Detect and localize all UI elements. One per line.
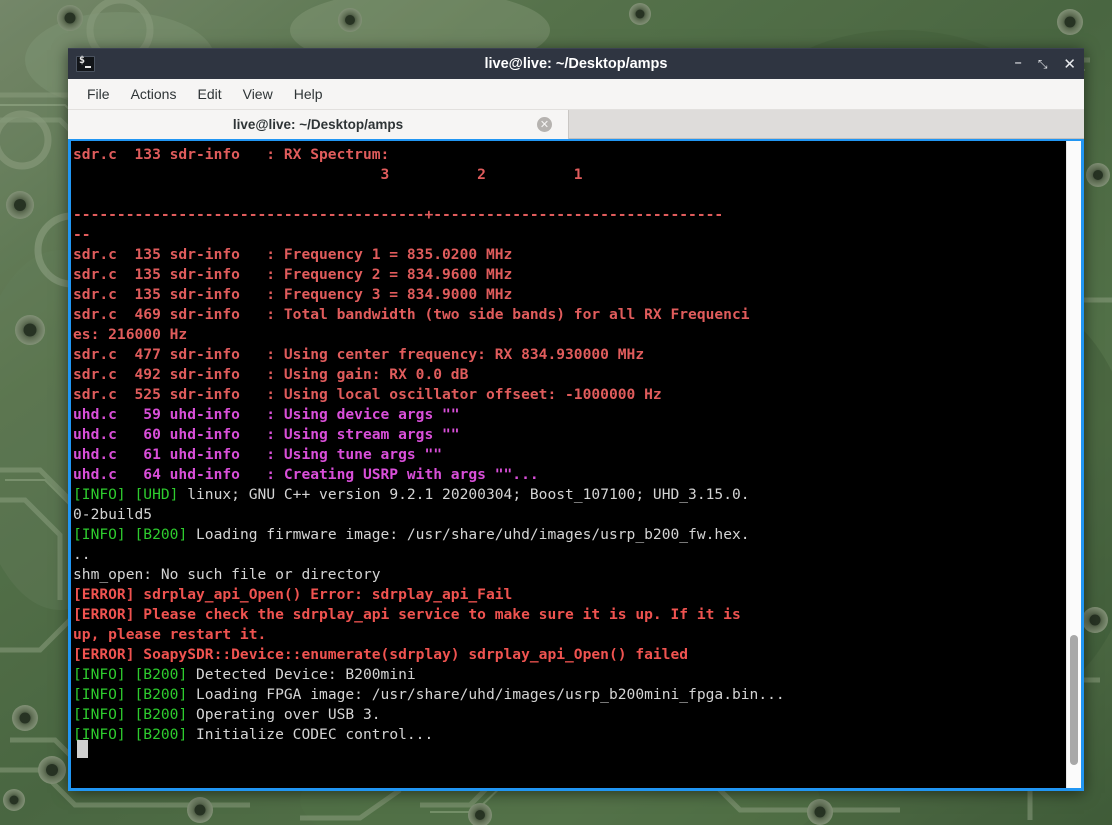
terminal-text-segment: sdr.c 133 sdr-info : RX Spectrum: <box>73 146 390 163</box>
terminal-line: up, please restart it. <box>73 625 1066 645</box>
terminal-line: .. <box>73 545 1066 565</box>
terminal-text-segment: Loading firmware image: /usr/share/uhd/i… <box>187 526 750 543</box>
terminal-window: live@live: ~/Desktop/amps – ⤡ ✕ File Act… <box>68 48 1084 791</box>
terminal-line: sdr.c 492 sdr-info : Using gain: RX 0.0 … <box>73 365 1066 385</box>
terminal-text-segment: sdr.c 135 sdr-info : Frequency 3 = 834.9… <box>73 286 513 303</box>
tab-label: live@live: ~/Desktop/amps <box>232 117 404 132</box>
terminal-text-segment: sdr.c 135 sdr-info : Frequency 1 = 835.0… <box>73 246 513 263</box>
menu-item-file[interactable]: File <box>78 83 119 105</box>
terminal-text-segment: [B200] <box>134 686 188 703</box>
terminal-text-segment: [ERROR] SoapySDR::Device::enumerate(sdrp… <box>73 646 689 663</box>
terminal-line: [INFO] [B200] Loading firmware image: /u… <box>73 525 1066 545</box>
terminal-line: [ERROR] Please check the sdrplay_api ser… <box>73 605 1066 625</box>
close-button[interactable]: ✕ <box>1063 56 1076 72</box>
terminal-text-segment: [B200] <box>134 726 188 743</box>
terminal-text-segment: [ERROR] sdrplay_api_Open() Error: sdrpla… <box>73 586 513 603</box>
terminal-text-segment: Detected Device: B200mini <box>187 666 416 683</box>
tab-bar: live@live: ~/Desktop/amps ✕ <box>68 110 1084 139</box>
terminal-text-segment: up, please restart it. <box>73 626 267 643</box>
terminal-text-segment: sdr.c 135 sdr-info : Frequency 2 = 834.9… <box>73 266 513 283</box>
terminal-line: [ERROR] SoapySDR::Device::enumerate(sdrp… <box>73 645 1066 665</box>
terminal-text-segment: 0-2build5 <box>73 506 153 523</box>
terminal-icon <box>76 55 95 72</box>
minimize-button[interactable]: – <box>1014 54 1022 70</box>
terminal-tab[interactable]: live@live: ~/Desktop/amps ✕ <box>68 110 569 139</box>
menu-item-edit[interactable]: Edit <box>188 83 230 105</box>
terminal-text-segment: [INFO] <box>73 686 126 703</box>
menu-bar: File Actions Edit View Help <box>68 79 1084 110</box>
terminal-line: sdr.c 135 sdr-info : Frequency 3 = 834.9… <box>73 285 1066 305</box>
maximize-button[interactable]: ⤡ <box>1038 58 1048 70</box>
terminal-text-segment: [B200] <box>134 706 188 723</box>
terminal-text-segment: [ERROR] Please check the sdrplay_api ser… <box>73 606 741 623</box>
terminal-line: es: 216000 Hz <box>73 325 1066 345</box>
terminal-line: ----------------------------------------… <box>73 205 1066 225</box>
window-title: live@live: ~/Desktop/amps <box>484 56 668 72</box>
terminal-text-segment: -- <box>73 226 91 243</box>
terminal-line: 0-2build5 <box>73 505 1066 525</box>
terminal-line: uhd.c 61 uhd-info : Using tune args "" <box>73 445 1066 465</box>
terminal-text-segment: sdr.c 469 sdr-info : Total bandwidth (tw… <box>73 306 750 323</box>
terminal-line: uhd.c 60 uhd-info : Using stream args "" <box>73 425 1066 445</box>
terminal-text-segment: uhd.c 64 uhd-info : Creating USRP with a… <box>73 466 539 483</box>
terminal-line: sdr.c 133 sdr-info : RX Spectrum: <box>73 145 1066 165</box>
terminal-line: -- <box>73 225 1066 245</box>
menu-item-actions[interactable]: Actions <box>122 83 186 105</box>
terminal-line: uhd.c 59 uhd-info : Using device args "" <box>73 405 1066 425</box>
terminal-line: sdr.c 469 sdr-info : Total bandwidth (tw… <box>73 305 1066 325</box>
terminal-text-segment: sdr.c 477 sdr-info : Using center freque… <box>73 346 645 363</box>
terminal-text-segment: shm_open: No such file or directory <box>73 566 381 583</box>
terminal-text-segment: [UHD] <box>134 486 179 503</box>
menu-item-view[interactable]: View <box>234 83 282 105</box>
terminal-line: [INFO] [B200] Operating over USB 3. <box>73 705 1066 725</box>
terminal-viewport[interactable]: sdr.c 133 sdr-info : RX Spectrum: 3 2 1 -… <box>68 139 1084 791</box>
terminal-line: sdr.c 525 sdr-info : Using local oscilla… <box>73 385 1066 405</box>
terminal-line: [INFO] [UHD] linux; GNU C++ version 9.2.… <box>73 485 1066 505</box>
window-controls: – ⤡ ✕ <box>1014 54 1076 72</box>
terminal-output: sdr.c 133 sdr-info : RX Spectrum: 3 2 1 -… <box>71 141 1066 788</box>
terminal-text-segment: [INFO] <box>73 526 126 543</box>
terminal-line: sdr.c 135 sdr-info : Frequency 2 = 834.9… <box>73 265 1066 285</box>
terminal-line: [ERROR] sdrplay_api_Open() Error: sdrpla… <box>73 585 1066 605</box>
menu-item-help[interactable]: Help <box>285 83 332 105</box>
terminal-line: [INFO] [B200] Loading FPGA image: /usr/s… <box>73 685 1066 705</box>
terminal-line: shm_open: No such file or directory <box>73 565 1066 585</box>
terminal-line: [INFO] [B200] Initialize CODEC control..… <box>73 725 1066 745</box>
terminal-line: uhd.c 64 uhd-info : Creating USRP with a… <box>73 465 1066 485</box>
terminal-line: 3 2 1 <box>73 165 1066 185</box>
tab-close-icon[interactable]: ✕ <box>537 117 552 132</box>
terminal-text-segment: es: 216000 Hz <box>73 326 188 343</box>
terminal-text-segment: linux; GNU C++ version 9.2.1 20200304; B… <box>178 486 750 503</box>
terminal-text-segment: [B200] <box>134 526 188 543</box>
terminal-text-segment: Loading FPGA image: /usr/share/uhd/image… <box>187 686 785 703</box>
terminal-text-segment: uhd.c 59 uhd-info : Using device args "" <box>73 406 460 423</box>
terminal-text-segment: [INFO] <box>73 486 126 503</box>
terminal-scrollbar[interactable] <box>1066 141 1081 788</box>
terminal-text-segment: [B200] <box>134 666 188 683</box>
terminal-text-segment: .. <box>73 546 91 563</box>
terminal-text-segment: uhd.c 61 uhd-info : Using tune args "" <box>73 446 443 463</box>
terminal-line: sdr.c 477 sdr-info : Using center freque… <box>73 345 1066 365</box>
terminal-text-segment: ----------------------------------------… <box>73 206 724 223</box>
terminal-text-segment: [INFO] <box>73 666 126 683</box>
terminal-text-segment: [INFO] <box>73 706 126 723</box>
terminal-text-segment: Initialize CODEC control... <box>187 726 434 743</box>
terminal-cursor <box>77 740 88 758</box>
terminal-text-segment: uhd.c 60 uhd-info : Using stream args "" <box>73 426 460 443</box>
terminal-text-segment: sdr.c 525 sdr-info : Using local oscilla… <box>73 386 662 403</box>
window-titlebar: live@live: ~/Desktop/amps – ⤡ ✕ <box>68 48 1084 79</box>
terminal-text-segment: 3 2 1 <box>73 166 583 183</box>
terminal-text-segment: sdr.c 492 sdr-info : Using gain: RX 0.0 … <box>73 366 469 383</box>
scrollbar-thumb[interactable] <box>1070 635 1078 765</box>
terminal-text-segment: Operating over USB 3. <box>187 706 381 723</box>
terminal-line: sdr.c 135 sdr-info : Frequency 1 = 835.0… <box>73 245 1066 265</box>
terminal-line: [INFO] [B200] Detected Device: B200mini <box>73 665 1066 685</box>
